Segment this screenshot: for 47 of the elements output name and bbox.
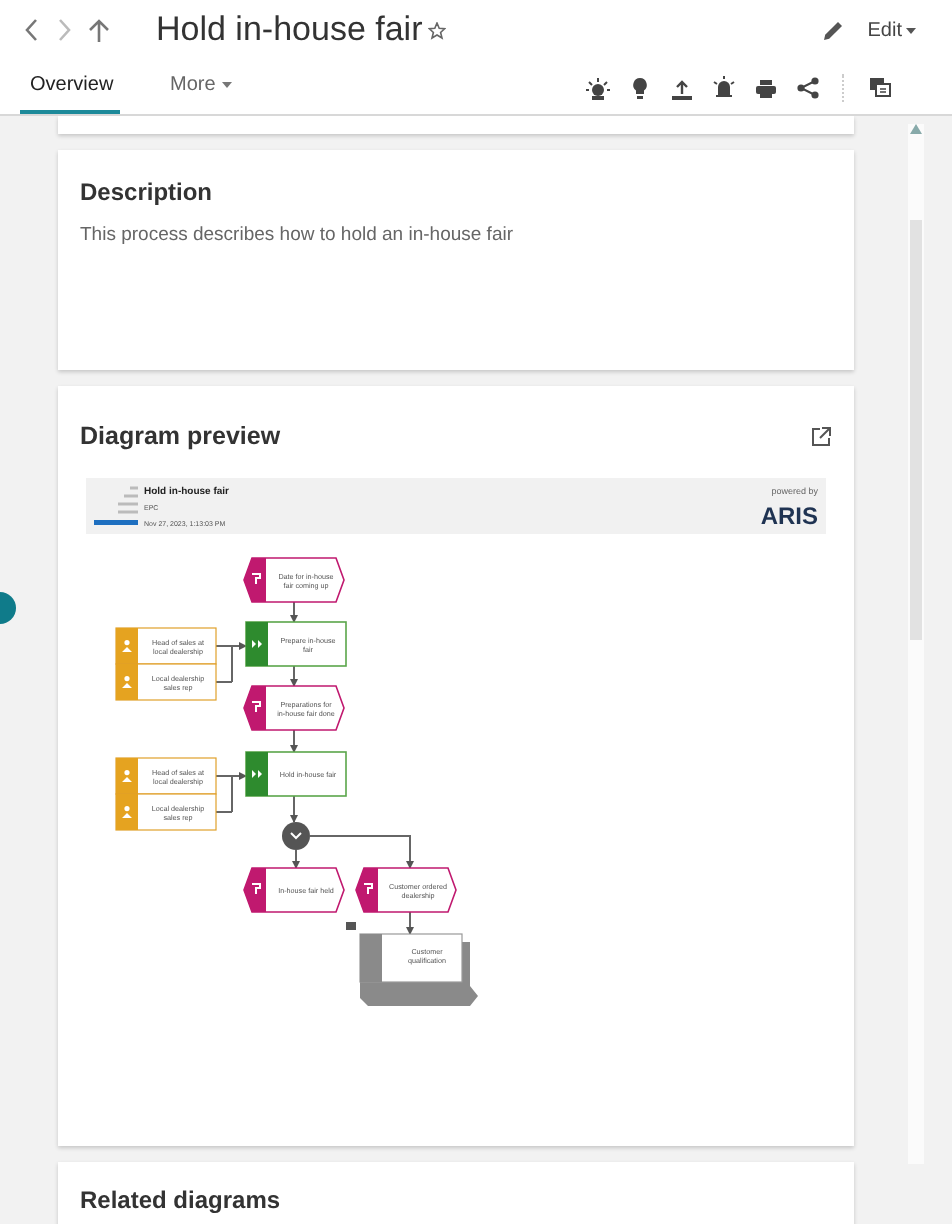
event-node (243, 685, 345, 731)
alarm-icon[interactable] (712, 75, 736, 99)
event-node (243, 867, 345, 913)
connector-arrow (215, 772, 247, 813)
lightbulb-icon[interactable] (628, 75, 652, 99)
description-text: This process describes how to hold an in-house fair (80, 224, 516, 246)
process-interface-node (346, 922, 478, 1006)
xor-connector (282, 822, 310, 850)
connector-arrow (290, 601, 298, 623)
function-node (245, 621, 347, 667)
connector-arrow (406, 911, 414, 935)
card-title: Related diagrams (80, 1186, 283, 1214)
model-icon (116, 486, 140, 514)
page-title: Hold in-house fair (156, 10, 423, 50)
highlight-icon[interactable] (586, 75, 610, 99)
role-node (115, 793, 217, 831)
event-node (243, 557, 345, 603)
connector-arrow (290, 665, 298, 687)
card-title: Description (80, 178, 215, 206)
caret-icon (906, 27, 916, 33)
external-link-icon[interactable] (810, 425, 832, 447)
accent-bar (94, 520, 138, 525)
scrollbar-thumb[interactable] (910, 220, 922, 640)
role-node (115, 663, 217, 701)
more-menu-tab[interactable]: More (160, 60, 242, 114)
connector-arrow (290, 729, 298, 753)
connector-arrow (309, 835, 414, 869)
role-node (115, 627, 217, 665)
aris-logo: ARIS (760, 502, 818, 530)
pencil-icon[interactable] (821, 19, 844, 41)
scrollbar[interactable] (908, 124, 924, 1164)
event-node (355, 867, 457, 913)
card-title: Diagram preview (80, 422, 281, 450)
up-arrow-icon[interactable] (88, 18, 110, 42)
print-icon[interactable] (754, 75, 778, 99)
star-icon[interactable] (428, 21, 447, 39)
connector-arrow (290, 795, 298, 823)
upload-icon[interactable] (670, 75, 694, 99)
role-node (115, 757, 217, 795)
share-icon[interactable] (796, 75, 820, 99)
caret-icon (221, 82, 232, 88)
connector-arrow (292, 849, 300, 869)
function-node (245, 751, 347, 797)
edit-button[interactable]: Edit (867, 19, 916, 41)
connector-arrow (215, 642, 247, 683)
back-icon[interactable] (24, 18, 40, 42)
comments-icon[interactable] (868, 75, 892, 99)
